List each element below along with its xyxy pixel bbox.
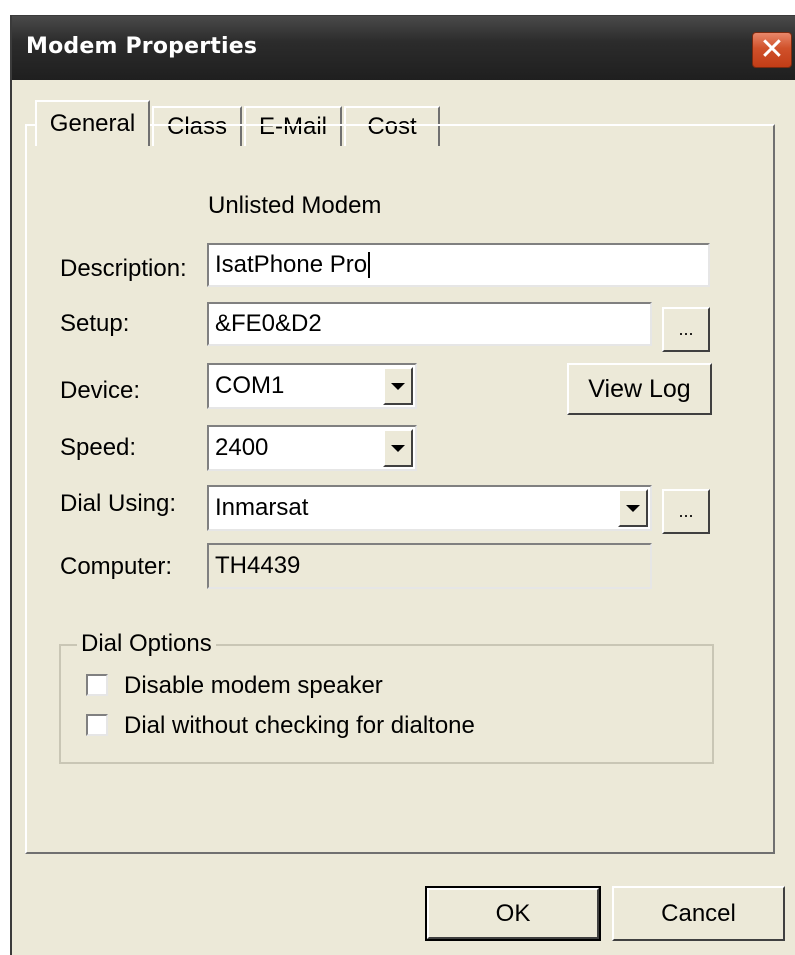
view-log-label: View Log (588, 374, 691, 403)
ok-button-face: OK (427, 888, 599, 939)
chevron-down-icon[interactable] (618, 489, 648, 527)
text-caret (368, 252, 371, 278)
computer-field: TH4439 (207, 543, 652, 589)
view-log-button[interactable]: View Log (567, 363, 712, 415)
setup-input[interactable]: &FE0&D2 (207, 302, 652, 346)
description-value: IsatPhone Pro (215, 251, 368, 278)
disable-speaker-label: Disable modem speaker (124, 672, 383, 699)
no-dialtone-label: Dial without checking for dialtone (124, 712, 475, 739)
ok-label: OK (495, 899, 531, 927)
setup-browse-button[interactable]: ... (662, 307, 710, 352)
chevron-down-icon[interactable] (383, 429, 413, 467)
tab-general[interactable]: General (35, 100, 150, 146)
setup-value: &FE0&D2 (215, 310, 322, 337)
setup-label: Setup: (60, 310, 130, 337)
title-bar[interactable]: Modem Properties ✕ (12, 16, 795, 80)
dial-using-select[interactable]: Inmarsat (207, 485, 652, 531)
browse-button-label: ... (678, 319, 694, 339)
close-icon: ✕ (759, 32, 785, 67)
cancel-button[interactable]: Cancel (612, 886, 785, 941)
computer-value: TH4439 (215, 552, 301, 579)
ok-button[interactable]: OK (425, 886, 601, 941)
dial-using-value: Inmarsat (215, 494, 309, 521)
device-label: Device: (60, 377, 141, 404)
modem-type-label: Unlisted Modem (208, 192, 382, 219)
no-dialtone-checkbox[interactable] (86, 714, 108, 736)
dialog-title: Modem Properties (26, 34, 258, 59)
close-button[interactable]: ✕ (752, 32, 792, 68)
dial-options-group (59, 644, 714, 764)
dial-using-browse-button[interactable]: ... (662, 489, 710, 534)
chevron-down-icon[interactable] (383, 367, 413, 405)
computer-label: Computer: (60, 553, 173, 580)
device-select[interactable]: COM1 (207, 363, 417, 409)
tab-label: General (49, 110, 136, 137)
speed-select[interactable]: 2400 (207, 425, 417, 471)
device-value: COM1 (215, 372, 285, 399)
browse-button-label: ... (678, 501, 694, 521)
cancel-label: Cancel (661, 899, 736, 927)
description-label: Description: (60, 255, 187, 282)
speed-value: 2400 (215, 434, 269, 461)
dial-options-title: Dial Options (77, 630, 216, 658)
description-input[interactable]: IsatPhone Pro (207, 243, 710, 287)
dial-using-label: Dial Using: (60, 490, 177, 517)
speed-label: Speed: (60, 434, 137, 461)
disable-speaker-checkbox[interactable] (86, 674, 108, 696)
